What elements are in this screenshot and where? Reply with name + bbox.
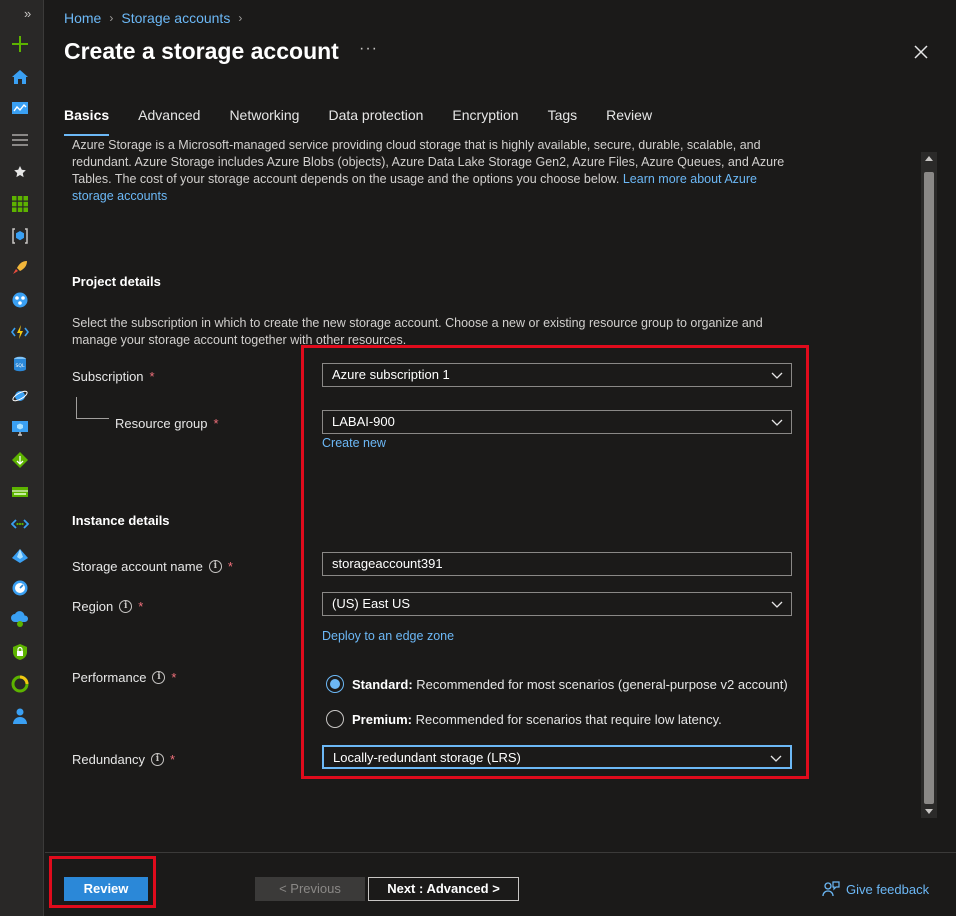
info-icon[interactable]: i [208,560,222,573]
virtual-network-icon[interactable] [10,514,30,534]
storage-account-name-label-text: Storage account name [72,559,203,574]
breadcrumb-storage-accounts[interactable]: Storage accounts [121,10,230,26]
tab-tags[interactable]: Tags [548,106,578,136]
required-marker: * [213,416,219,431]
wizard-tabs: Basics Advanced Networking Data protecti… [64,106,681,136]
expand-icon[interactable]: » [24,6,31,21]
storage-account-name-label: Storage account name i * [72,559,233,574]
redundancy-label-text: Redundancy [72,752,145,767]
scroll-up-icon[interactable] [925,156,933,161]
resource-group-label-text: Resource group [115,416,208,431]
project-details-description: Select the subscription in which to crea… [72,316,763,347]
region-label-text: Region [72,599,114,614]
redundancy-label: Redundancy i * [72,752,175,767]
feedback-person-icon [822,881,840,897]
page-title: Create a storage account [64,38,339,64]
svg-text:SQL: SQL [16,363,25,369]
give-feedback-link[interactable]: Give feedback [822,880,929,898]
give-feedback-label: Give feedback [846,881,930,897]
create-icon[interactable] [10,34,30,54]
storage-accounts-icon[interactable] [10,482,30,502]
scroll-down-icon[interactable] [925,809,933,814]
form-scrollbar[interactable] [921,152,937,818]
monitor-icon[interactable] [10,578,30,598]
performance-label: Performance i * [72,670,176,685]
chevron-right-icon: › [109,11,114,25]
help-support-icon[interactable] [10,706,30,726]
chevron-right-icon: › [238,11,243,25]
more-options-button[interactable]: ··· [359,40,378,58]
load-balancer-icon[interactable] [10,450,30,470]
performance-label-text: Performance [72,670,147,685]
subscription-label: Subscription * [72,369,155,384]
create-storage-blade: Home › Storage accounts › Create a stora… [45,0,956,916]
project-details-heading: Project details [72,274,161,289]
next-advanced-button[interactable]: Next : Advanced > [368,877,519,901]
breadcrumb: Home › Storage accounts › [64,10,242,26]
defender-icon[interactable] [10,642,30,662]
info-icon[interactable]: i [119,600,133,613]
home-icon[interactable] [10,67,30,87]
resource-group-label: Resource group * [115,416,219,431]
required-marker: * [170,752,176,767]
resource-groups-icon[interactable] [10,226,30,246]
info-icon[interactable]: i [151,753,164,766]
app-services-icon[interactable] [10,290,30,310]
cosmos-db-icon[interactable] [10,386,30,406]
intro-text: Azure Storage is a Microsoft-managed ser… [72,140,802,205]
portal-sidebar: » SQL [0,0,44,916]
cost-management-icon[interactable] [10,674,30,694]
region-label: Region i * [72,599,143,614]
highlight-box-settings [301,345,809,779]
tab-advanced[interactable]: Advanced [138,106,200,136]
quickstart-icon[interactable] [10,258,30,278]
breadcrumb-home[interactable]: Home [64,10,101,26]
tree-connector [76,397,109,419]
dashboard-icon[interactable] [10,98,30,118]
required-marker: * [138,599,144,614]
wizard-footer: Review < Previous Next : Advanced > Give… [45,852,956,916]
tab-encryption[interactable]: Encryption [452,106,518,136]
instance-details-heading: Instance details [72,513,170,528]
advisor-icon[interactable] [10,610,30,630]
tab-networking[interactable]: Networking [229,106,299,136]
previous-button[interactable]: < Previous [255,877,365,901]
close-icon[interactable] [911,42,931,62]
sql-database-icon[interactable]: SQL [10,354,30,374]
info-icon[interactable]: i [152,671,166,684]
favorites-star-icon [10,162,30,182]
tab-basics[interactable]: Basics [64,106,110,136]
tab-data-protection[interactable]: Data protection [328,106,423,136]
all-resources-icon[interactable] [10,194,30,214]
all-services-icon[interactable] [10,130,30,150]
required-marker: * [227,559,233,574]
subscription-label-text: Subscription [72,369,144,384]
highlight-box-review [49,856,156,908]
required-marker: * [149,369,155,384]
entra-id-icon[interactable] [10,546,30,566]
virtual-machines-icon[interactable] [10,418,30,438]
required-marker: * [171,670,177,685]
function-app-icon[interactable] [10,322,30,342]
scroll-thumb[interactable] [924,172,934,804]
tab-review[interactable]: Review [606,106,652,136]
